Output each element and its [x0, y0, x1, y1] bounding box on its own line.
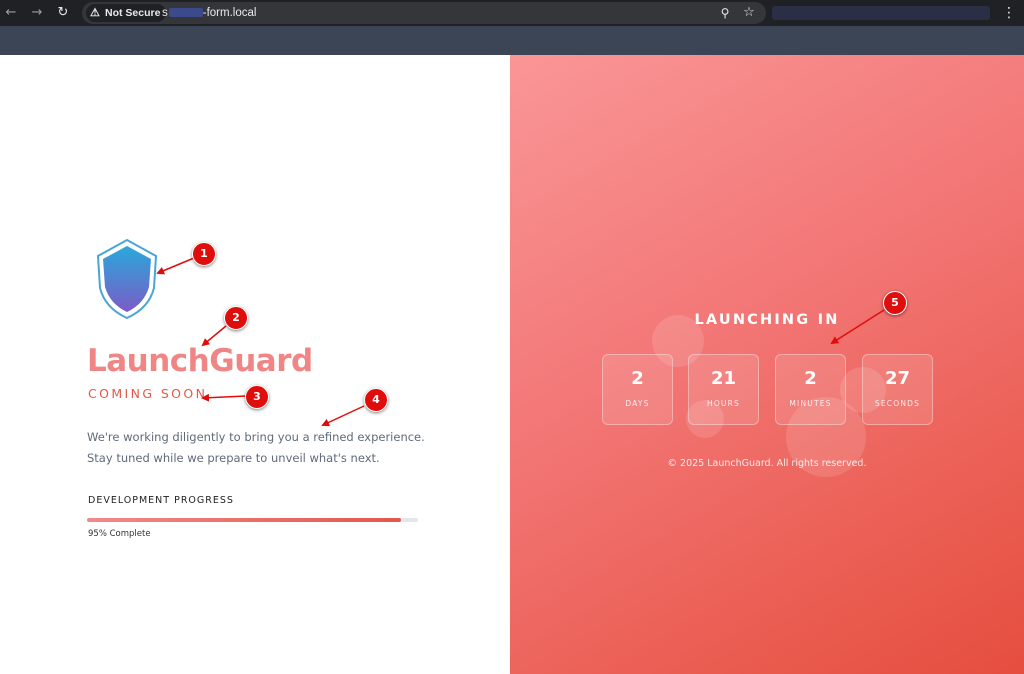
countdown-value: 27: [884, 368, 911, 389]
security-label: Not Secure: [105, 7, 161, 19]
copyright-footer: © 2025 LaunchGuard. All rights reserved.: [667, 458, 867, 469]
progress-fill: [87, 518, 402, 522]
countdown-hours: 21 HOURS: [688, 354, 759, 425]
countdown-minutes: 2 MINUTES: [775, 354, 846, 425]
countdown-seconds: 27 SECONDS: [862, 354, 933, 425]
countdown-panel: LAUNCHING IN 2 DAYS 21 HOURS 2 MINUTES 2…: [510, 55, 1024, 674]
annotation-badge: 2: [224, 306, 248, 330]
countdown-label: SECONDS: [874, 399, 921, 408]
url-prefix: s: [162, 7, 168, 19]
url-suffix: -form.local: [202, 7, 257, 19]
progress-track: [87, 518, 418, 522]
annotation-badge: 4: [364, 388, 388, 412]
countdown-label: DAYS: [625, 399, 650, 408]
back-arrow-icon[interactable]: ←: [1, 3, 21, 23]
warning-icon: ⚠: [90, 7, 100, 19]
browser-toolbar: ← → ↻ ⚠ Not Secure s -form.local ⚲ ☆ ⋮: [0, 0, 1024, 26]
bookmarks-bar: [0, 26, 1024, 55]
url-redaction: [168, 8, 203, 18]
description-line: Stay tuned while we prepare to unveil wh…: [87, 451, 380, 465]
star-icon[interactable]: ☆: [740, 4, 758, 22]
security-chip[interactable]: ⚠ Not Secure: [86, 4, 167, 22]
countdown-value: 2: [631, 368, 644, 389]
brand-title: LaunchGuard: [87, 343, 313, 379]
description: We're working diligently to bring you a …: [87, 427, 427, 469]
countdown-days: 2 DAYS: [602, 354, 673, 425]
shield-icon: [96, 238, 158, 320]
menu-icon[interactable]: ⋮: [1000, 3, 1018, 23]
countdown-label: HOURS: [706, 399, 740, 408]
annotation-badge: 3: [245, 385, 269, 409]
reload-icon[interactable]: ↻: [53, 3, 73, 23]
coming-soon-tagline: COMING SOON: [88, 386, 208, 401]
countdown-value: 21: [710, 368, 737, 389]
annotation-badge: 1: [192, 242, 216, 266]
progress-text: 95% Complete: [88, 529, 151, 539]
address-bar[interactable]: ⚠ Not Secure s -form.local ⚲ ☆: [82, 2, 766, 24]
countdown-label: MINUTES: [789, 399, 832, 408]
progress-label: DEVELOPMENT PROGRESS: [88, 495, 234, 506]
countdown-value: 2: [804, 368, 817, 389]
launching-title: LAUNCHING IN: [694, 312, 840, 328]
annotation-badge: 5: [883, 291, 907, 315]
forward-arrow-icon[interactable]: →: [27, 3, 47, 23]
description-line: We're working diligently to bring you a …: [87, 430, 425, 444]
zoom-icon[interactable]: ⚲: [716, 4, 734, 22]
extensions-area: [772, 6, 990, 20]
url-text[interactable]: s -form.local: [162, 2, 256, 24]
